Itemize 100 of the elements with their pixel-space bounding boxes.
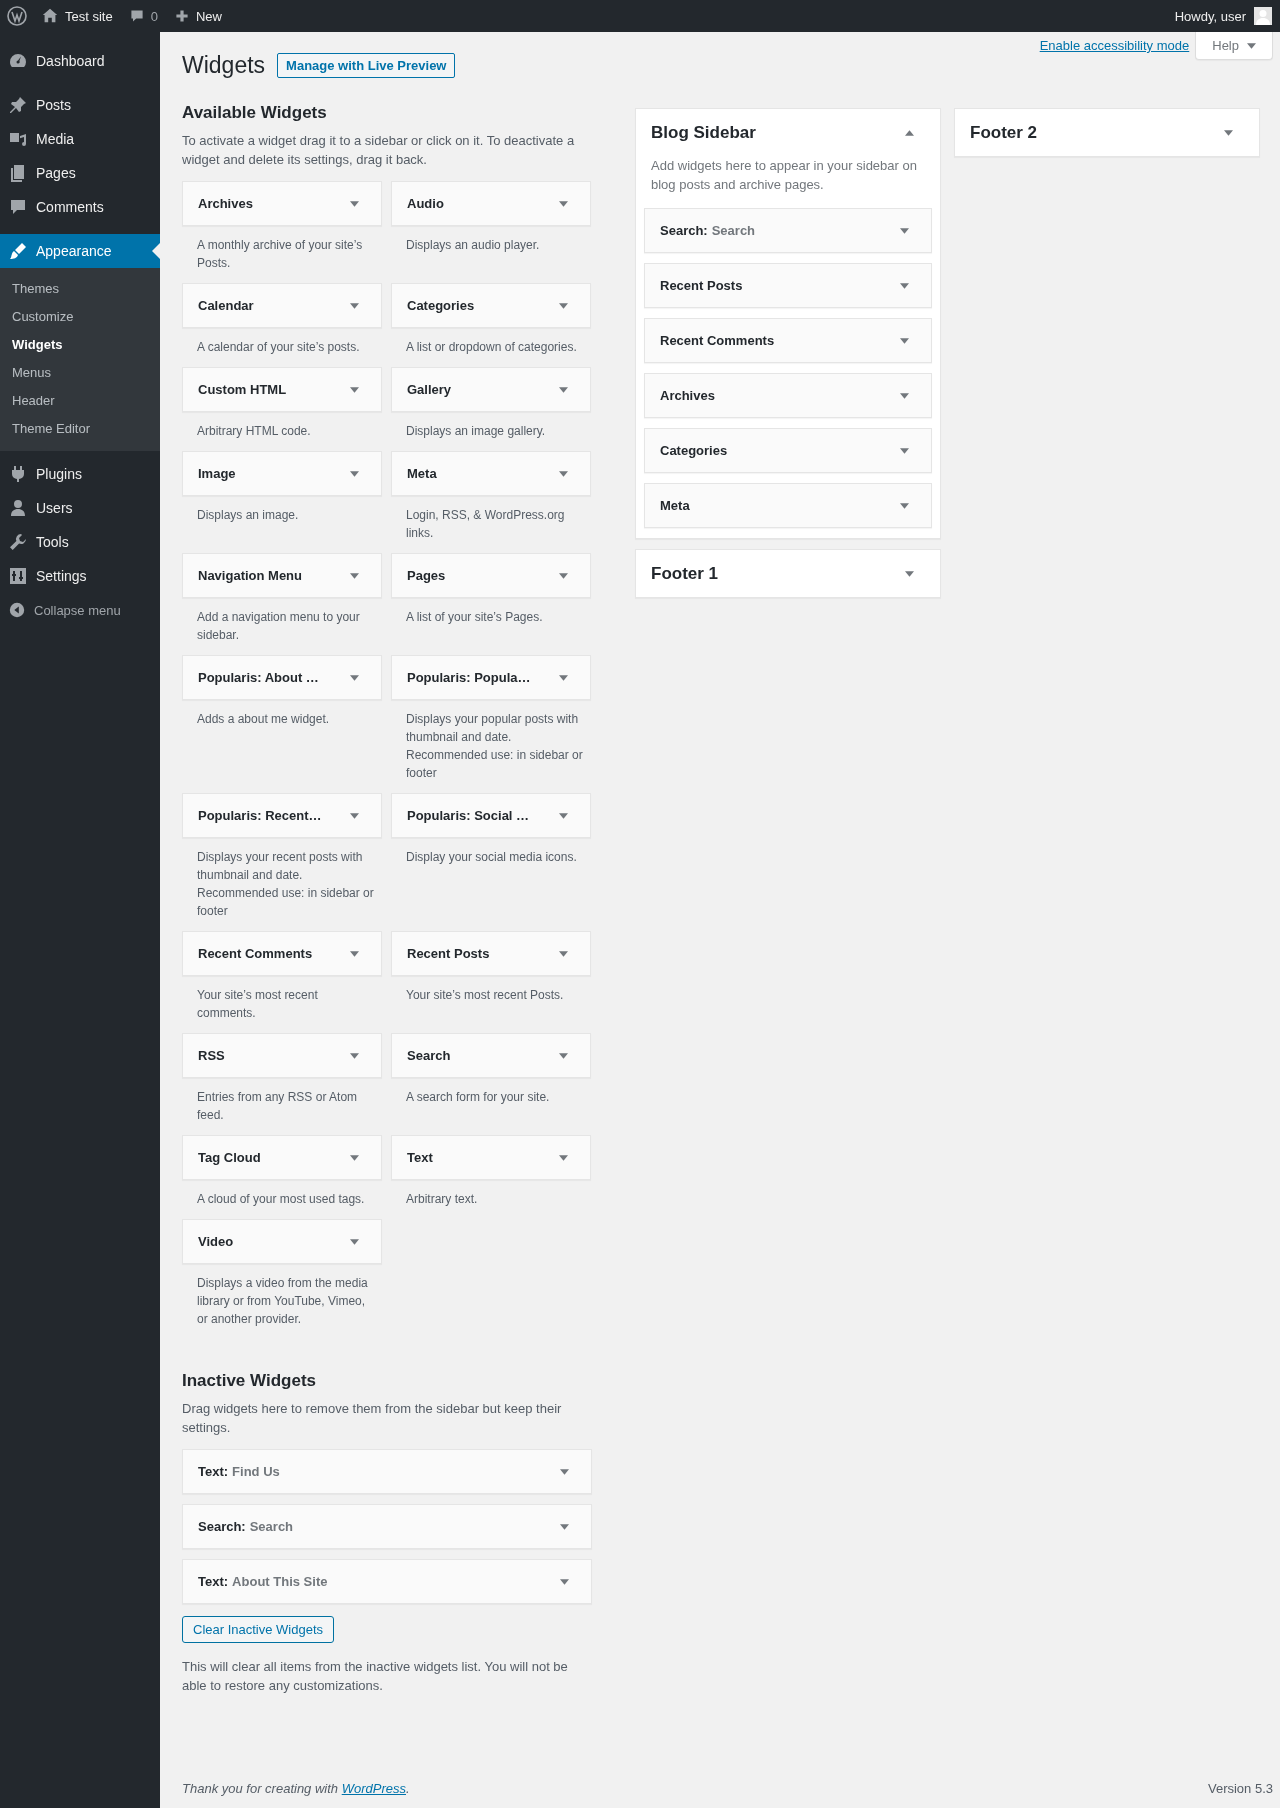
widget-item[interactable]: Text: Find Us xyxy=(182,1449,592,1494)
caret-icon[interactable] xyxy=(350,674,359,681)
comments-link[interactable]: 0 xyxy=(128,8,158,24)
widget-item[interactable]: Search: Search xyxy=(182,1504,592,1549)
caret-icon[interactable] xyxy=(350,812,359,819)
section-description: Drag widgets here to remove them from the sidebar but keep their settings. xyxy=(182,1400,563,1437)
menu-item[interactable]: Tools xyxy=(0,525,160,559)
caret-icon[interactable] xyxy=(905,570,914,577)
caret-icon[interactable] xyxy=(350,470,359,477)
widget-item[interactable]: Popularis: About … xyxy=(182,655,382,700)
caret-icon[interactable] xyxy=(560,1578,569,1585)
widget-item[interactable]: Navigation Menu xyxy=(182,553,382,598)
caret-icon[interactable] xyxy=(900,447,909,454)
widget-item[interactable]: Pages xyxy=(391,553,591,598)
submenu-item[interactable]: Theme Editor xyxy=(0,415,160,443)
widget-item[interactable]: Popularis: Social … xyxy=(391,793,591,838)
menu-item[interactable]: Comments xyxy=(0,190,160,224)
menu-item[interactable]: Users xyxy=(0,491,160,525)
widget-item[interactable]: Recent Comments xyxy=(182,931,382,976)
caret-icon[interactable] xyxy=(350,200,359,207)
widget-item[interactable]: Categories xyxy=(644,428,932,473)
widget-item[interactable]: Meta xyxy=(391,451,591,496)
caret-icon[interactable] xyxy=(905,129,914,136)
widget-item[interactable]: Text: About This Site xyxy=(182,1559,592,1604)
widget-item[interactable]: Tag Cloud xyxy=(182,1135,382,1180)
widget-item[interactable]: Recent Posts xyxy=(391,931,591,976)
submenu-item[interactable]: Customize xyxy=(0,303,160,331)
submenu-item[interactable]: Menus xyxy=(0,359,160,387)
caret-icon[interactable] xyxy=(559,812,568,819)
caret-icon[interactable] xyxy=(900,502,909,509)
widget-description: Add a navigation menu to your sidebar. xyxy=(196,609,361,644)
menu-item[interactable]: Appearance xyxy=(0,234,160,268)
caret-icon[interactable] xyxy=(559,950,568,957)
caret-icon[interactable] xyxy=(350,1154,359,1161)
caret-icon[interactable] xyxy=(559,1052,568,1059)
caret-icon[interactable] xyxy=(559,200,568,207)
submenu-item[interactable]: Widgets xyxy=(0,331,160,359)
widget-item[interactable]: Recent Comments xyxy=(644,318,932,363)
menu-item[interactable]: Pages xyxy=(0,156,160,190)
menu-item[interactable]: Dashboard xyxy=(0,44,160,78)
widget-item[interactable]: Image xyxy=(182,451,382,496)
section-heading: Inactive Widgets xyxy=(182,1371,317,1391)
caret-icon[interactable] xyxy=(559,1154,568,1161)
caret-icon[interactable] xyxy=(559,470,568,477)
caret-icon[interactable] xyxy=(900,282,909,289)
account-link[interactable]: Howdy, user xyxy=(1174,7,1272,25)
widget-item[interactable]: Archives xyxy=(644,373,932,418)
caret-icon[interactable] xyxy=(350,1238,359,1245)
widget-item[interactable]: Calendar xyxy=(182,283,382,328)
menu-item[interactable]: Plugins xyxy=(0,457,160,491)
caret-icon[interactable] xyxy=(1224,129,1233,136)
submenu-item[interactable]: Header xyxy=(0,387,160,415)
caret-icon[interactable] xyxy=(350,386,359,393)
widget-item[interactable]: Text xyxy=(391,1135,591,1180)
widget-description: Arbitrary HTML code. xyxy=(196,423,312,440)
widget-item[interactable]: Archives xyxy=(182,181,382,226)
submenu-item[interactable]: Themes xyxy=(0,275,160,303)
site-name-link[interactable]: Test site xyxy=(41,7,113,25)
widget-item[interactable]: Search xyxy=(391,1033,591,1078)
wordpress-link[interactable]: WordPress xyxy=(341,1781,406,1796)
caret-icon[interactable] xyxy=(559,386,568,393)
logo-icon[interactable] xyxy=(7,6,27,26)
menu-item[interactable]: Settings xyxy=(0,559,160,593)
caret-icon[interactable] xyxy=(900,337,909,344)
help-tab[interactable]: Help xyxy=(1195,32,1273,60)
widget-item[interactable]: Meta xyxy=(644,483,932,528)
widget-item[interactable]: Search: Search xyxy=(644,208,932,253)
widget-item[interactable]: Video xyxy=(182,1219,382,1264)
sidebar-header[interactable]: Footer 2 xyxy=(955,109,1259,156)
menu-item[interactable]: Posts xyxy=(0,88,160,122)
caret-icon[interactable] xyxy=(559,572,568,579)
widget-description: Entries from any RSS or Atom feed. xyxy=(196,1089,359,1124)
menu-item[interactable]: Media xyxy=(0,122,160,156)
avatar-icon xyxy=(1254,7,1272,25)
caret-icon[interactable] xyxy=(350,572,359,579)
home-icon xyxy=(41,7,59,25)
caret-icon[interactable] xyxy=(560,1468,569,1475)
widget-item[interactable]: Audio xyxy=(391,181,591,226)
sidebar-header[interactable]: Footer 1 xyxy=(636,550,940,597)
collapse-menu-button[interactable]: Collapse menu xyxy=(0,593,160,627)
caret-icon[interactable] xyxy=(350,302,359,309)
widget-item[interactable]: Gallery xyxy=(391,367,591,412)
widget-item[interactable]: Recent Posts xyxy=(644,263,932,308)
caret-icon[interactable] xyxy=(900,227,909,234)
caret-icon[interactable] xyxy=(560,1523,569,1530)
accessibility-mode-link[interactable]: Enable accessibility mode xyxy=(1039,38,1190,53)
widget-item[interactable]: Popularis: Recent… xyxy=(182,793,382,838)
caret-icon[interactable] xyxy=(350,1052,359,1059)
caret-icon[interactable] xyxy=(350,950,359,957)
sidebar-header[interactable]: Blog Sidebar xyxy=(636,109,940,156)
caret-icon[interactable] xyxy=(900,392,909,399)
new-link[interactable]: New xyxy=(173,8,222,24)
caret-icon[interactable] xyxy=(559,302,568,309)
widget-item[interactable]: Categories xyxy=(391,283,591,328)
sidebar-description: Add widgets here to appear in your sidebar on blog posts and archive pages. xyxy=(651,157,918,194)
widget-item[interactable]: RSS xyxy=(182,1033,382,1078)
widget-item[interactable]: Popularis: Popula… xyxy=(391,655,591,700)
live-preview-button[interactable]: Manage with Live Preview xyxy=(277,53,456,78)
widget-item[interactable]: Custom HTML xyxy=(182,367,382,412)
caret-icon[interactable] xyxy=(559,674,568,681)
